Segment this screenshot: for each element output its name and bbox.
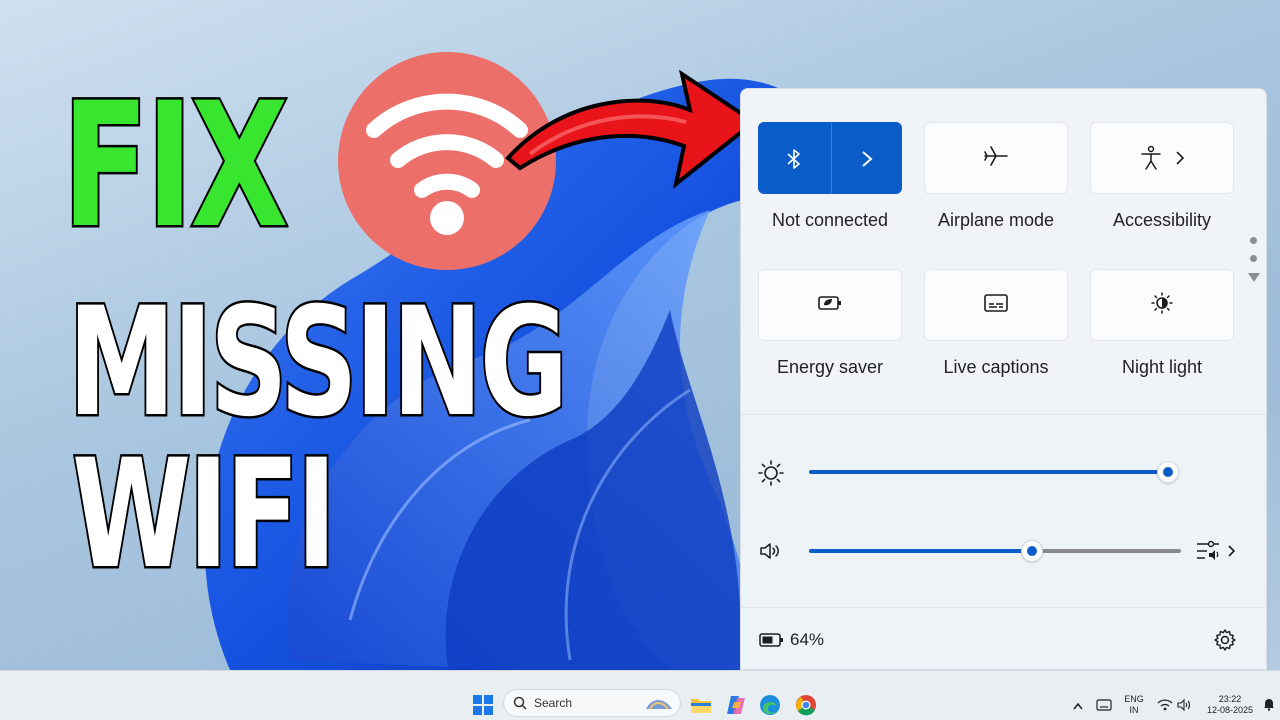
file-explorer-icon[interactable] [690, 695, 712, 720]
night-light-tile-label: Night light [1121, 357, 1203, 377]
language-code: ENG [1124, 694, 1144, 704]
energy-saver-tile-label: Energy saver [776, 357, 884, 377]
copilot-icon[interactable] [725, 694, 747, 720]
bluetooth-tile[interactable] [758, 122, 902, 194]
search-icon [513, 696, 527, 710]
airplane-mode-tile[interactable] [924, 122, 1068, 194]
taskbar: Search ENG IN 23:22 12-08-2025 [0, 670, 1280, 720]
red-arrow-graphic [505, 69, 758, 190]
page-dot[interactable] [1250, 237, 1257, 244]
tile-divider [831, 123, 832, 193]
thumbnail-title-missing: MISSING [66, 276, 570, 450]
brightness-icon [757, 459, 785, 492]
volume-track-fill [809, 549, 1033, 553]
page-indicator[interactable] [1248, 237, 1260, 293]
volume-tray-icon[interactable] [1177, 698, 1191, 716]
network-icon[interactable] [1157, 698, 1173, 716]
region-code: IN [1129, 705, 1139, 715]
chrome-browser-icon[interactable] [795, 694, 817, 720]
thumbnail-title-wifi: WIFI [70, 428, 338, 602]
next-page-arrow-icon[interactable] [1248, 273, 1260, 282]
search-highlight-icon [646, 700, 672, 710]
clock-time: 23:22 [1218, 694, 1242, 704]
airplane-icon [982, 144, 1010, 173]
battery-percentage: 64% [790, 630, 825, 649]
night-light-tile[interactable] [1090, 269, 1234, 341]
live-captions-tile[interactable] [924, 269, 1068, 341]
energy-saver-tile[interactable] [758, 269, 902, 341]
live-captions-tile-label: Live captions [943, 357, 1049, 377]
accessibility-tile-label: Accessibility [1112, 210, 1212, 230]
quick-settings-footer: 64% [741, 607, 1266, 669]
speaker-icon[interactable] [758, 539, 784, 568]
night-light-icon [1149, 290, 1175, 321]
brightness-slider[interactable] [741, 457, 1266, 487]
divider [741, 414, 1266, 415]
chevron-right-icon[interactable] [1173, 148, 1187, 173]
windows-logo-icon [473, 695, 493, 715]
audio-output-icon[interactable] [1195, 538, 1239, 569]
airplane-mode-tile-label: Airplane mode [937, 210, 1055, 230]
quick-settings-panel: Not connected Airplane mode Accessibilit… [740, 88, 1267, 670]
volume-slider[interactable] [741, 536, 1266, 566]
start-button[interactable] [473, 695, 493, 720]
thumbnail-title-fix: FIX [60, 65, 290, 266]
volume-track-rest [1032, 549, 1181, 553]
clock[interactable]: 23:22 12-08-2025 [1200, 694, 1260, 716]
brightness-track-fill [809, 470, 1168, 474]
volume-slider-thumb[interactable] [1021, 540, 1044, 562]
energy-saver-icon [816, 293, 844, 318]
chevron-right-icon[interactable] [857, 147, 877, 176]
bluetooth-icon [783, 147, 805, 176]
quick-settings-tiles-area: Not connected Airplane mode Accessibilit… [741, 89, 1266, 414]
keyboard-icon[interactable] [1096, 698, 1112, 716]
brightness-slider-thumb[interactable] [1157, 461, 1179, 483]
notification-icon[interactable] [1263, 697, 1275, 716]
bluetooth-tile-label: Not connected [771, 210, 889, 230]
gear-icon[interactable] [1213, 628, 1237, 657]
language-indicator[interactable]: ENG IN [1122, 694, 1146, 716]
accessibility-tile[interactable] [1090, 122, 1234, 194]
clock-date: 12-08-2025 [1206, 705, 1254, 715]
edge-browser-icon[interactable] [759, 694, 781, 720]
captions-icon [982, 292, 1010, 319]
page-dot[interactable] [1250, 255, 1257, 262]
taskbar-search-box[interactable]: Search [503, 689, 681, 717]
search-placeholder: Search [534, 696, 573, 710]
battery-icon[interactable] [759, 632, 785, 653]
accessibility-icon [1139, 145, 1163, 176]
chevron-up-icon[interactable] [1072, 698, 1084, 716]
